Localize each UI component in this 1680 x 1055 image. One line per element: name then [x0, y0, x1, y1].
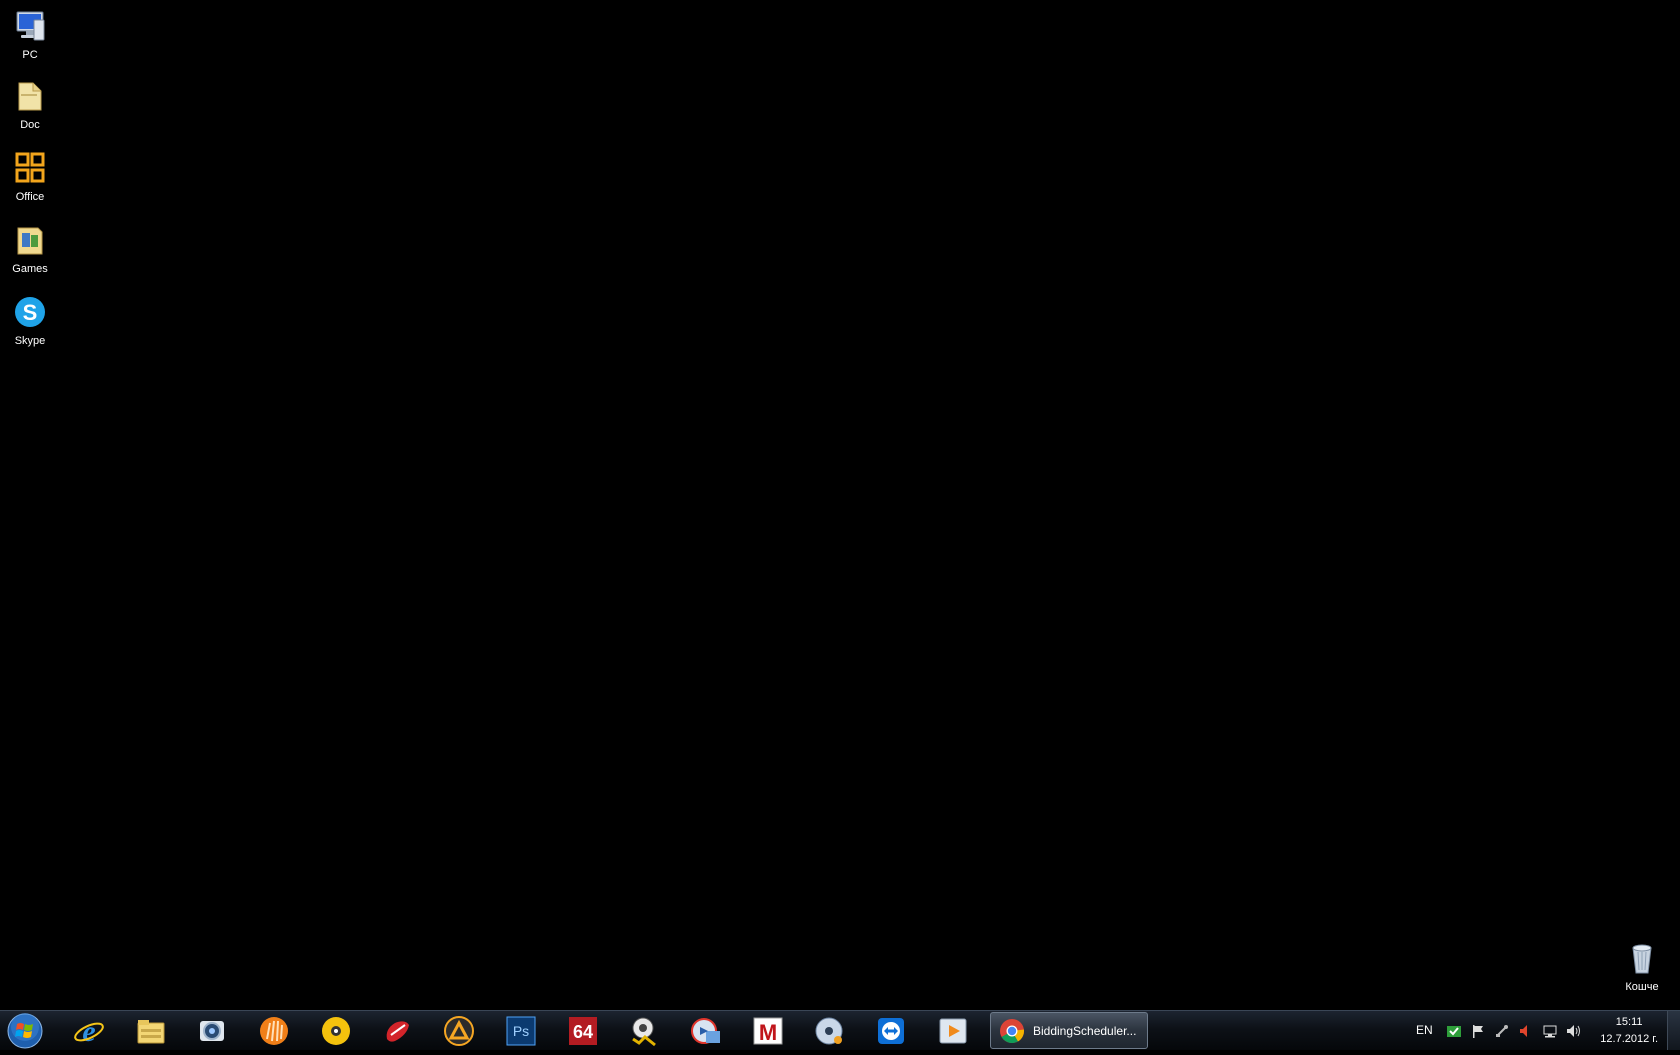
- taskbar-pin-internet-explorer[interactable]: e: [62, 1013, 116, 1049]
- taskbar-pin-dvd-tool[interactable]: [803, 1013, 857, 1049]
- photoshop-icon-text: Ps: [513, 1023, 529, 1039]
- skype-icon: S: [15, 297, 45, 327]
- network-icon[interactable]: [1542, 1023, 1558, 1039]
- desktop-icon-label: Office: [15, 191, 45, 203]
- orange-media-icon: [260, 1017, 288, 1045]
- aimp-player-icon: [444, 1016, 474, 1046]
- recycle-bin-icon: [1632, 944, 1652, 974]
- desktop-icon-recycle-bin[interactable]: Кошче: [1612, 940, 1672, 993]
- svg-text:e: e: [82, 1015, 95, 1047]
- desktop-icon-label: Skype: [14, 335, 46, 347]
- taskbar-pin-explorer[interactable]: [124, 1013, 178, 1049]
- taskbar: e Ps 64 M BiddingScheduler... EN 15:11 1…: [0, 1010, 1680, 1050]
- aida64-icon-text: 64: [573, 1022, 593, 1042]
- malwarebytes-icon: M: [753, 1017, 783, 1045]
- svg-text:S: S: [23, 300, 38, 325]
- desktop-icon-label: Кошче: [1625, 981, 1659, 993]
- teamviewer-icon: [878, 1018, 904, 1044]
- photoshop-icon: Ps: [506, 1016, 536, 1046]
- office-icon: [15, 152, 45, 183]
- taskbar-pin-photoshop[interactable]: Ps: [494, 1013, 548, 1049]
- clock-date: 12.7.2012 г.: [1600, 1033, 1658, 1045]
- desktop-icon-games[interactable]: Games: [0, 222, 60, 275]
- language-indicator[interactable]: EN: [1416, 1023, 1433, 1037]
- explorer-folder-icon: [137, 1020, 165, 1044]
- desktop-icon-skype[interactable]: S Skype: [0, 294, 60, 347]
- aida64-icon: 64: [569, 1017, 597, 1045]
- taskbar-pin-video-player[interactable]: [926, 1013, 980, 1049]
- folder-icon: [18, 82, 42, 111]
- action-center-flag-icon[interactable]: [1470, 1023, 1486, 1039]
- game-mouse-icon: [386, 1021, 409, 1042]
- desktop-icon-office[interactable]: Office: [0, 150, 60, 203]
- system-tray: EN 15:11 12.7.2012 г.: [1400, 1011, 1680, 1050]
- desktop-icon-doc[interactable]: Doc: [0, 78, 60, 131]
- windows-start-orb-icon: [7, 1013, 43, 1049]
- show-desktop-button[interactable]: [1667, 1011, 1680, 1050]
- taskbar-pin-camera-app[interactable]: [185, 1013, 239, 1049]
- desktop-icon-label: Games: [12, 263, 48, 275]
- taskbar-pin-media[interactable]: [247, 1013, 301, 1049]
- gold-badge-icon: [632, 1017, 656, 1047]
- chrome-icon: [1000, 1018, 1024, 1043]
- games-folder-icon: [17, 227, 43, 255]
- taskbar-pin-game-mouse[interactable]: [370, 1013, 424, 1049]
- taskbar-pin-aida64[interactable]: 64: [556, 1013, 610, 1049]
- dvd-tool-icon: [815, 1017, 843, 1045]
- malwarebytes-icon-text: M: [759, 1020, 777, 1045]
- internet-explorer-icon: e: [74, 1015, 104, 1047]
- desktop-icon-label: PC: [22, 49, 38, 61]
- taskbar-pin-aimp[interactable]: [432, 1013, 486, 1049]
- cd-burner-icon: [322, 1017, 350, 1045]
- taskbar-window-button[interactable]: BiddingScheduler...: [990, 1012, 1148, 1049]
- volume-icon[interactable]: [1566, 1023, 1582, 1039]
- start-button[interactable]: [6, 1012, 44, 1050]
- taskbar-pin-malwarebytes[interactable]: M: [741, 1013, 795, 1049]
- network-tool-icon[interactable]: [1494, 1023, 1510, 1039]
- desktop-icon-pc[interactable]: PC: [0, 8, 60, 61]
- computer-icon: [16, 11, 45, 41]
- taskbar-pin-media-converter[interactable]: [679, 1013, 733, 1049]
- taskbar-pin-gold-badge[interactable]: [617, 1013, 671, 1049]
- camera-app-icon: [200, 1021, 224, 1041]
- clock-time: 15:11: [1615, 1016, 1643, 1028]
- taskbar-clock[interactable]: 15:11 12.7.2012 г.: [1600, 1014, 1658, 1048]
- media-converter-icon: [691, 1018, 720, 1044]
- desktop-icon-label: Doc: [20, 119, 40, 131]
- taskbar-window-title: BiddingScheduler...: [1033, 1023, 1137, 1038]
- shield-check-icon[interactable]: [1446, 1023, 1462, 1039]
- taskbar-pin-cd-burner[interactable]: [309, 1013, 363, 1049]
- speaker-muted-icon[interactable]: [1518, 1023, 1534, 1039]
- taskbar-pin-teamviewer[interactable]: [864, 1013, 918, 1049]
- video-player-icon: [939, 1018, 967, 1044]
